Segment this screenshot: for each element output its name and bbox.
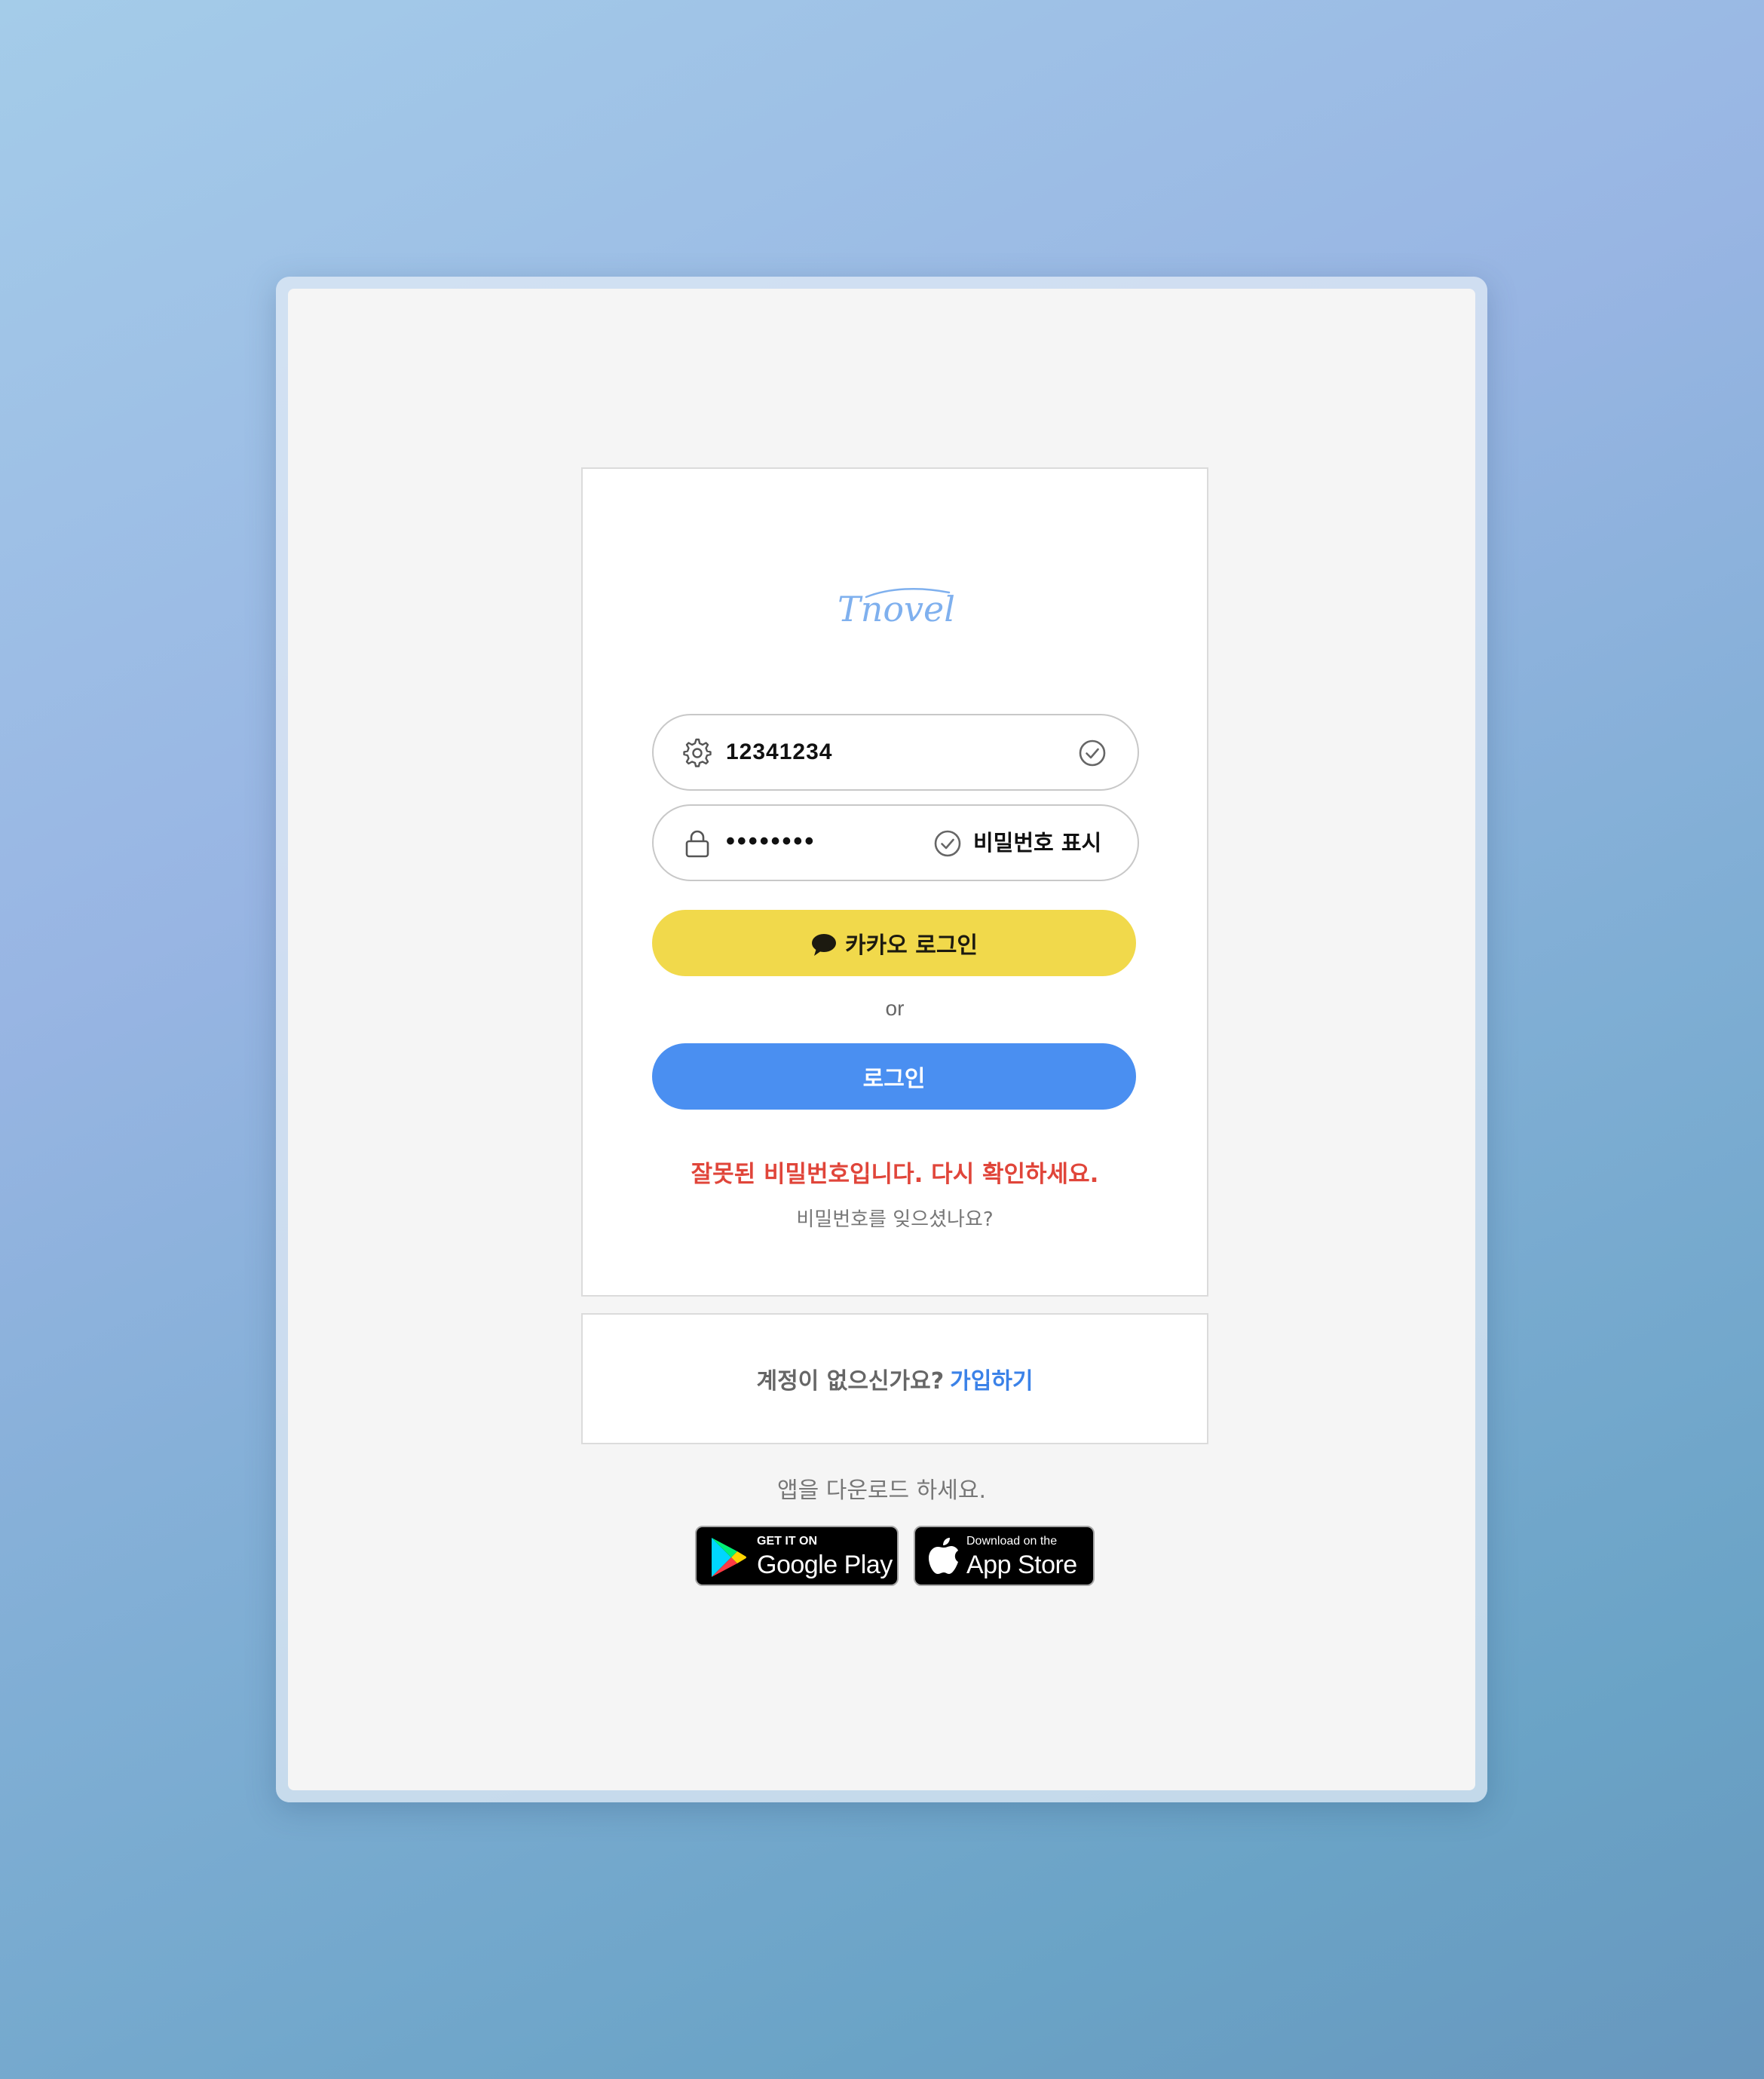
apple-icon: [929, 1538, 958, 1574]
check-circle-icon: [1079, 739, 1106, 767]
kakao-login-button[interactable]: 카카오 로그인: [652, 910, 1136, 976]
window-content: Tnovel 12341234 •••••••• 비밀번호 표시 카카오 로그인…: [288, 289, 1475, 1790]
app-window: Tnovel 12341234 •••••••• 비밀번호 표시 카카오 로그인…: [276, 277, 1487, 1802]
forgot-password-link[interactable]: 비밀번호를 잊으셨나요?: [583, 1204, 1207, 1232]
signup-prompt: 계정이 없으신가요?: [756, 1368, 945, 1395]
lock-icon: [685, 830, 709, 858]
id-value[interactable]: 12341234: [726, 733, 832, 771]
google-play-large-text: Google Play: [757, 1551, 893, 1579]
signup-link[interactable]: 가입하기: [950, 1362, 1033, 1395]
signup-card: 계정이 없으신가요? 가입하기: [581, 1313, 1208, 1444]
show-password-toggle[interactable]: 비밀번호 표시: [973, 824, 1101, 862]
login-card: Tnovel 12341234 •••••••• 비밀번호 표시 카카오 로그인…: [581, 467, 1208, 1297]
app-store-small-text: Download on the: [966, 1535, 1058, 1548]
tnovel-logo: Tnovel: [838, 587, 955, 629]
password-value[interactable]: ••••••••: [726, 822, 816, 860]
google-play-badge[interactable]: GET IT ON Google Play: [695, 1526, 899, 1586]
google-play-small-text: GET IT ON: [757, 1535, 817, 1548]
login-button[interactable]: 로그인: [652, 1043, 1136, 1110]
kakao-login-label: 카카오 로그인: [844, 932, 978, 959]
chat-bubble-icon: [811, 934, 836, 956]
password-field[interactable]: •••••••• 비밀번호 표시: [652, 804, 1139, 881]
app-store-badge[interactable]: Download on the App Store: [914, 1526, 1095, 1586]
gear-icon: [683, 738, 712, 767]
app-store-large-text: App Store: [966, 1551, 1077, 1579]
id-field[interactable]: 12341234: [652, 714, 1139, 791]
show-password-check-icon[interactable]: [933, 828, 963, 859]
svg-text:Tnovel: Tnovel: [838, 589, 955, 629]
error-message: 잘못된 비밀번호입니다. 다시 확인하세요.: [691, 1161, 1099, 1188]
or-divider: or: [885, 997, 905, 1020]
login-label: 로그인: [862, 1066, 926, 1092]
app-download-text: 앱을 다운로드 하세요.: [776, 1477, 986, 1504]
google-play-icon: [712, 1538, 746, 1577]
